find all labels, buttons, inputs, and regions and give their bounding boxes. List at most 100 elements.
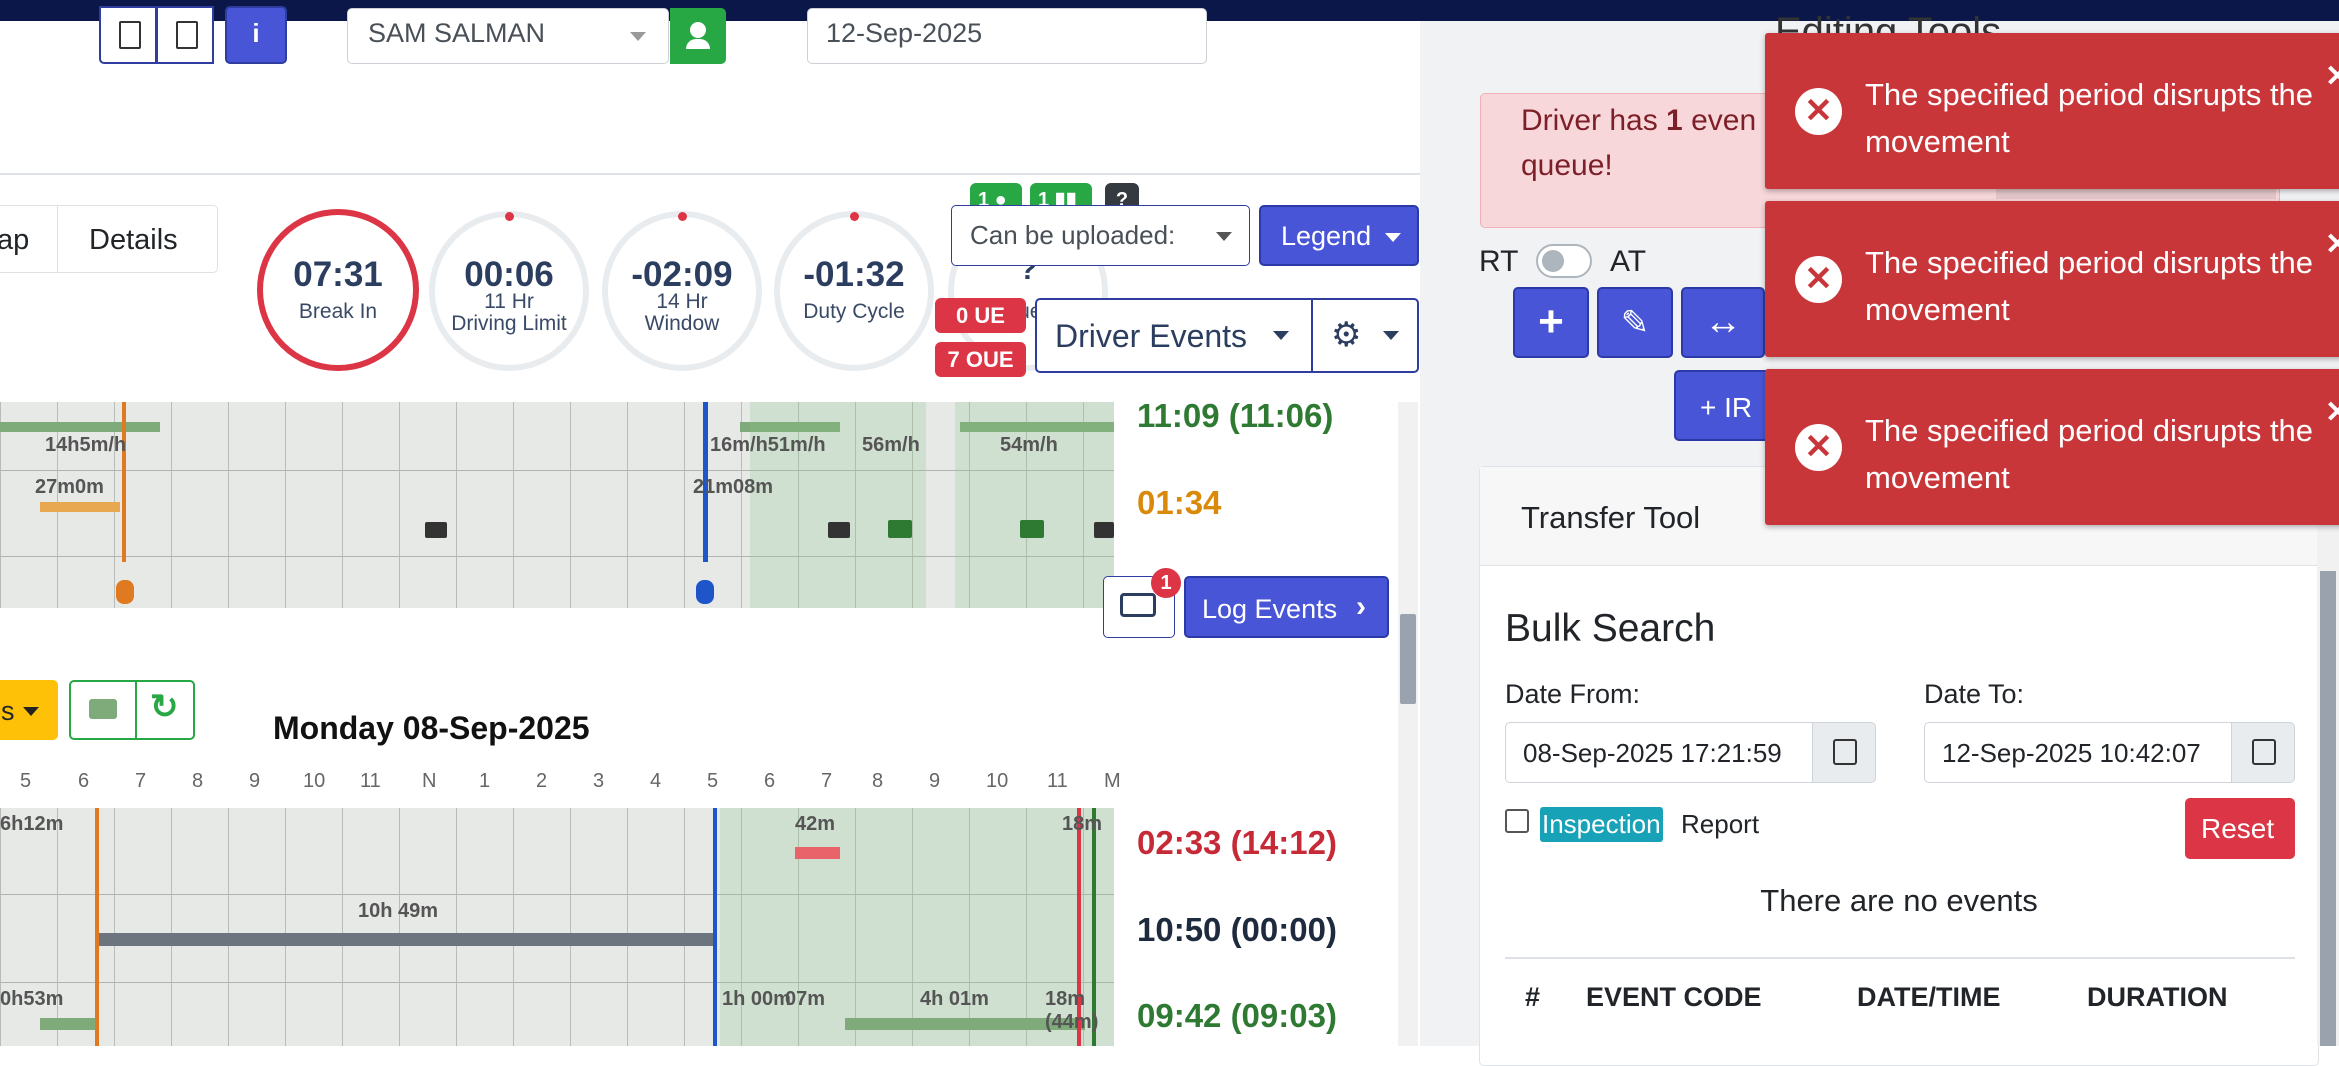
event-marker (122, 402, 126, 562)
oue-badge[interactable]: 7 OUE (935, 342, 1026, 377)
driver-profile-button[interactable] (670, 8, 726, 64)
status-dropdown-button[interactable]: s (0, 680, 58, 740)
column-header-datetime: DATE/TIME (1857, 982, 2001, 1012)
report-label: Report (1681, 809, 1760, 839)
break-clock: 07:31 Break In (257, 209, 419, 371)
sleeper-segment (97, 933, 714, 946)
chevron-down-icon (23, 707, 39, 716)
driver-events-select[interactable]: Driver Events (1035, 298, 1313, 373)
close-icon[interactable]: ✕ (2325, 221, 2339, 268)
blank-page-button[interactable] (156, 6, 214, 64)
date-to-value: 12-Sep-2025 10:42:07 (1942, 738, 2201, 768)
rt-at-toggle[interactable] (1536, 244, 1592, 278)
user-icon (690, 22, 706, 38)
chevron-down-icon (630, 32, 646, 41)
driving-value: 00:06 (464, 255, 554, 294)
grid-line (0, 470, 1114, 471)
toast-message: The specified period disrupts the moveme… (1865, 413, 2314, 495)
truck-icon (1020, 520, 1044, 538)
right-scrollbar[interactable] (2317, 466, 2339, 1046)
chevron-right-icon: › (1356, 590, 1366, 623)
date-to-picker[interactable] (2231, 722, 2295, 783)
camera-icon (425, 522, 447, 538)
date-to-input[interactable]: 12-Sep-2025 10:42:07 (1924, 722, 2232, 783)
date-input[interactable]: 12-Sep-2025 (807, 8, 1207, 64)
empty-events-message: There are no events (1760, 883, 2038, 918)
highlight-band (955, 402, 1114, 608)
info-button[interactable]: i (225, 6, 287, 64)
settings-dropdown[interactable]: ⚙ (1311, 298, 1419, 373)
comments-count-badge: 1 (1151, 568, 1181, 598)
error-icon: ✕ (1795, 88, 1842, 135)
error-toast[interactable]: ✕ The specified period disrupts the move… (1765, 201, 2339, 357)
highlight-band (750, 402, 926, 608)
error-icon: ✕ (1795, 424, 1842, 471)
duty-value: -01:32 (803, 255, 905, 294)
duty-cycle-clock: -01:32 Duty Cycle (774, 211, 934, 371)
grid-line (0, 556, 1114, 557)
column-header-index: # (1525, 982, 1541, 1012)
toggle-knob (1542, 250, 1564, 272)
inspection-checkbox[interactable] (1505, 809, 1529, 833)
upload-status-select[interactable]: Can be uploaded: (951, 205, 1250, 266)
tab-map[interactable]: ap (0, 205, 58, 273)
date-from-input[interactable]: 08-Sep-2025 17:21:59 (1505, 722, 1813, 783)
reset-button[interactable]: Reset (2185, 798, 2295, 859)
edit-event-button[interactable]: ✎ (1597, 287, 1673, 358)
document-icon (119, 21, 141, 49)
driver-select[interactable]: SAM SALMAN (347, 8, 669, 64)
bulk-search-title: Bulk Search (1505, 607, 1716, 650)
column-header-event-code: EVENT CODE (1586, 982, 1762, 1012)
document-button[interactable] (99, 6, 157, 64)
break-value: 07:31 (293, 255, 383, 294)
date-to-label: Date To: (1924, 679, 2025, 709)
refresh-button[interactable]: ↻ (135, 680, 195, 740)
legend-button[interactable]: Legend (1259, 205, 1419, 266)
chevron-down-icon (1273, 331, 1289, 340)
gears-icon: ⚙ (1331, 316, 1362, 354)
close-icon[interactable]: ✕ (2325, 389, 2339, 436)
daily-log-chart: 6h12m 42m 18m 10h 49m 0h53m 1h 00m 07m 4… (0, 808, 1114, 1046)
scrollbar-thumb[interactable] (2320, 571, 2336, 1046)
ue-badge[interactable]: 0 UE (935, 298, 1026, 333)
close-icon[interactable]: ✕ (2325, 53, 2339, 100)
refresh-icon: ↻ (150, 688, 179, 726)
date-from-value: 08-Sep-2025 17:21:59 (1523, 738, 1782, 768)
chevron-down-icon (1383, 331, 1399, 340)
left-panel-scrollbar[interactable] (1398, 402, 1418, 1046)
break-label: Break In (298, 300, 378, 323)
page-icon (176, 21, 198, 49)
drive-segment (0, 422, 160, 432)
day-title: Monday 08-Sep-2025 (273, 710, 590, 746)
engine-button[interactable] (69, 680, 137, 740)
shift-event-button[interactable]: ↔ (1681, 287, 1765, 358)
inspection-tag: Inspection (1540, 807, 1663, 842)
info-icon: i (252, 18, 260, 48)
event-marker (95, 808, 99, 1046)
progress-marker (505, 212, 514, 221)
calendar-icon (1833, 739, 1857, 765)
tab-details[interactable]: Details (57, 205, 218, 273)
top-timer-drive: 11:09 (11:06) (1137, 397, 1334, 434)
scrollbar-thumb[interactable] (1400, 614, 1416, 704)
camera-icon (1094, 522, 1114, 538)
at-label: AT (1610, 245, 1647, 278)
error-toast[interactable]: ✕ The specified period disrupts the move… (1765, 369, 2339, 525)
error-toast[interactable]: ✕ The specified period disrupts the move… (1765, 33, 2339, 189)
driving-total: 09:42 (09:03) (1137, 997, 1337, 1034)
rt-label: RT (1479, 245, 1519, 278)
add-event-button[interactable]: + (1513, 287, 1589, 358)
window-clock: -02:09 14 Hr Window (602, 211, 762, 371)
driving-limit-clock: 00:06 11 Hr Driving Limit (429, 211, 589, 371)
error-icon: ✕ (1795, 256, 1842, 303)
bluetooth-icon (116, 580, 134, 604)
window-label: 14 Hr Window (644, 290, 720, 335)
truck-icon (888, 520, 912, 538)
table-divider (1505, 957, 2295, 959)
engine-icon (89, 699, 117, 719)
transfer-tool-title: Transfer Tool (1521, 500, 1701, 535)
log-events-button[interactable]: Log Events › (1184, 576, 1389, 638)
date-from-label: Date From: (1505, 679, 1641, 709)
date-from-picker[interactable] (1812, 722, 1876, 783)
offduty-segment (795, 847, 840, 859)
